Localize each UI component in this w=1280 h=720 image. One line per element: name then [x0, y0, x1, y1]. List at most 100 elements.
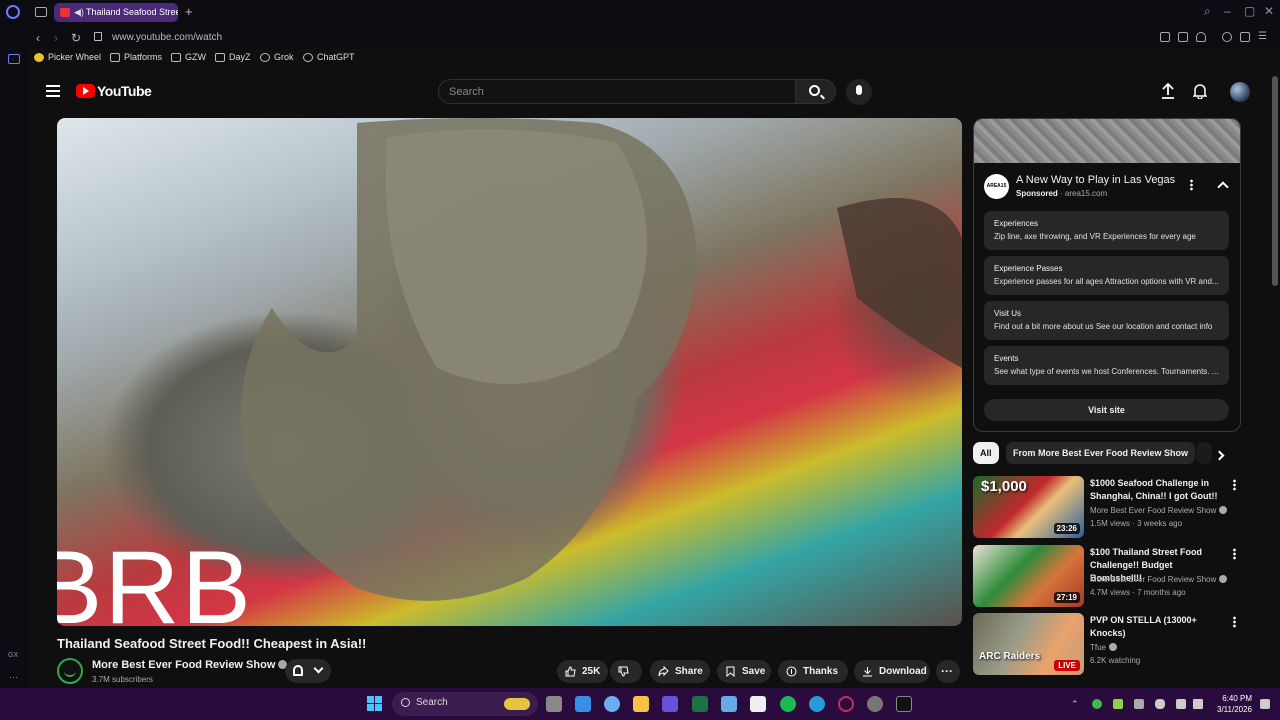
- spotify-icon[interactable]: [780, 696, 796, 712]
- minimize-icon[interactable]: –: [1224, 4, 1231, 18]
- rec-channel[interactable]: More Best Ever Food Review Show: [1090, 506, 1228, 515]
- thanks-button[interactable]: Thanks: [778, 660, 848, 683]
- upload-icon[interactable]: [1161, 82, 1175, 100]
- subscribed-notifications-button[interactable]: [285, 659, 331, 683]
- visit-site-button[interactable]: Visit site: [984, 399, 1229, 421]
- maximize-icon[interactable]: ▢: [1244, 4, 1255, 18]
- page-scrollbar[interactable]: [1272, 76, 1278, 286]
- more-options-icon[interactable]: [1233, 548, 1236, 560]
- new-tab-button[interactable]: +: [185, 4, 193, 19]
- chip-overflow[interactable]: [1196, 442, 1212, 464]
- save-button[interactable]: Save: [717, 660, 771, 683]
- file-explorer-icon[interactable]: [633, 696, 649, 712]
- network-icon[interactable]: [1176, 699, 1186, 709]
- search-button[interactable]: [795, 79, 836, 104]
- notifications-bell-icon[interactable]: [1193, 83, 1207, 99]
- snapshot-icon[interactable]: [1160, 32, 1170, 42]
- close-icon[interactable]: ✕: [1264, 4, 1274, 18]
- bookmark-grok[interactable]: Grok: [260, 52, 294, 62]
- video-thumbnail[interactable]: 27:19: [973, 545, 1084, 607]
- taskbar-clock[interactable]: 6:40 PM 3/11/2026: [1212, 693, 1252, 715]
- tray-app-icon[interactable]: [1134, 699, 1144, 709]
- more-actions-button[interactable]: ···: [936, 660, 960, 683]
- hamburger-menu-icon[interactable]: [46, 85, 60, 97]
- ad-banner-image[interactable]: [974, 119, 1240, 163]
- excel-icon[interactable]: [692, 696, 708, 712]
- recommendation-item[interactable]: ARC Raiders LIVE PVP ON STELLA (13000+ K…: [973, 613, 1241, 677]
- chevron-right-icon[interactable]: [1214, 450, 1225, 461]
- ad-sitelink-experiences[interactable]: Experiences Zip line, axe throwing, and …: [984, 211, 1229, 250]
- video-thumbnail[interactable]: ARC Raiders LIVE: [973, 613, 1084, 675]
- channel-avatar[interactable]: [57, 658, 83, 684]
- more-options-icon[interactable]: [1233, 479, 1236, 491]
- tray-app-icon[interactable]: [1113, 699, 1123, 709]
- notepad-icon[interactable]: [721, 696, 737, 712]
- ad-sitelink-events[interactable]: Events See what type of events we host C…: [984, 346, 1229, 385]
- taskbar-search[interactable]: Search: [392, 692, 538, 716]
- task-view-icon[interactable]: [546, 696, 562, 712]
- voice-search-button[interactable]: [846, 79, 872, 105]
- url-field[interactable]: www.youtube.com/watch: [112, 32, 222, 43]
- sidebar-pin-icon[interactable]: [8, 54, 20, 64]
- rec-channel[interactable]: Tfue: [1090, 643, 1118, 652]
- bookmark-gzw[interactable]: GZW: [171, 52, 206, 62]
- tab-overview-icon[interactable]: [35, 7, 47, 17]
- steam-icon[interactable]: [867, 696, 883, 712]
- apps-icon[interactable]: [662, 696, 678, 712]
- reload-icon[interactable]: ↻: [71, 31, 81, 45]
- menu-icon[interactable]: ☰: [1258, 32, 1268, 42]
- back-icon[interactable]: ‹: [36, 31, 40, 45]
- download-button[interactable]: Download: [854, 660, 930, 683]
- bookmark-picker-wheel[interactable]: Picker Wheel: [34, 52, 101, 62]
- dayz-icon[interactable]: [896, 696, 912, 712]
- windows-start-icon[interactable]: [367, 696, 383, 712]
- more-options-icon[interactable]: [1233, 616, 1236, 628]
- like-button[interactable]: 25K: [557, 660, 608, 683]
- edge-icon[interactable]: [809, 696, 825, 712]
- bookmark-platforms[interactable]: Platforms: [110, 52, 162, 62]
- shield-icon[interactable]: [1178, 32, 1188, 42]
- youtube-logo-text[interactable]: YouTube: [97, 83, 152, 99]
- ad-title[interactable]: A New Way to Play in Las Vegas: [1016, 174, 1175, 186]
- rec-title[interactable]: $1000 Seafood Challenge in Shanghai, Chi…: [1090, 477, 1220, 503]
- ad-sitelink-experience-passes[interactable]: Experience Passes Experience passes for …: [984, 256, 1229, 295]
- download-icon[interactable]: [1240, 32, 1250, 42]
- tray-overflow-icon[interactable]: ⌃: [1071, 699, 1081, 709]
- gx-label[interactable]: GX: [8, 652, 18, 659]
- rec-title[interactable]: PVP ON STELLA (13000+ Knocks): [1090, 614, 1220, 640]
- search-input[interactable]: [449, 83, 779, 101]
- chip-from-channel[interactable]: From More Best Ever Food Review Show: [1006, 442, 1196, 464]
- channel-name[interactable]: More Best Ever Food Review Show: [92, 659, 288, 671]
- capcut-icon[interactable]: [750, 696, 766, 712]
- share-button[interactable]: Share: [650, 660, 710, 683]
- ad-sitelink-visit-us[interactable]: Visit Us Find out a bit more about us Se…: [984, 301, 1229, 340]
- youtube-logo-icon[interactable]: [76, 84, 95, 98]
- tab-youtube[interactable]: ◀) Thailand Seafood Stree: [54, 3, 178, 22]
- video-thumbnail[interactable]: $1,000 23:26: [973, 476, 1084, 538]
- video-player[interactable]: BRB: [57, 118, 962, 626]
- microphone-icon[interactable]: [1155, 699, 1165, 709]
- account-icon[interactable]: [1222, 32, 1232, 42]
- opera-gx-icon[interactable]: [838, 696, 854, 712]
- volume-icon[interactable]: [1193, 699, 1203, 709]
- sidebar-more-icon[interactable]: ···: [9, 672, 18, 682]
- dislike-button[interactable]: [610, 660, 642, 683]
- ad-more-options-icon[interactable]: [1190, 179, 1193, 191]
- chip-all[interactable]: All: [973, 442, 999, 464]
- heart-icon[interactable]: [1196, 32, 1206, 42]
- rec-channel[interactable]: More Best Ever Food Review Show: [1090, 575, 1228, 584]
- bookmark-chatgpt[interactable]: ChatGPT: [303, 52, 355, 62]
- notifications-icon[interactable]: [1260, 699, 1270, 709]
- recommendation-item[interactable]: $1,000 23:26 $1000 Seafood Challenge in …: [973, 476, 1241, 540]
- photos-icon[interactable]: [575, 696, 591, 712]
- ad-logo[interactable]: AREA15: [984, 174, 1009, 199]
- recommendation-item[interactable]: 27:19 $100 Thailand Street Food Challeng…: [973, 545, 1241, 609]
- droplet-icon[interactable]: [604, 696, 620, 712]
- tray-app-icon[interactable]: [1092, 699, 1102, 709]
- search-tabs-icon[interactable]: ⌕: [1204, 4, 1211, 19]
- speaker-icon[interactable]: ◀): [74, 3, 84, 22]
- user-avatar[interactable]: [1230, 82, 1250, 102]
- opera-gx-logo-icon[interactable]: [6, 5, 20, 19]
- bookmark-dayz[interactable]: DayZ: [215, 52, 251, 62]
- chevron-up-icon[interactable]: [1217, 181, 1229, 193]
